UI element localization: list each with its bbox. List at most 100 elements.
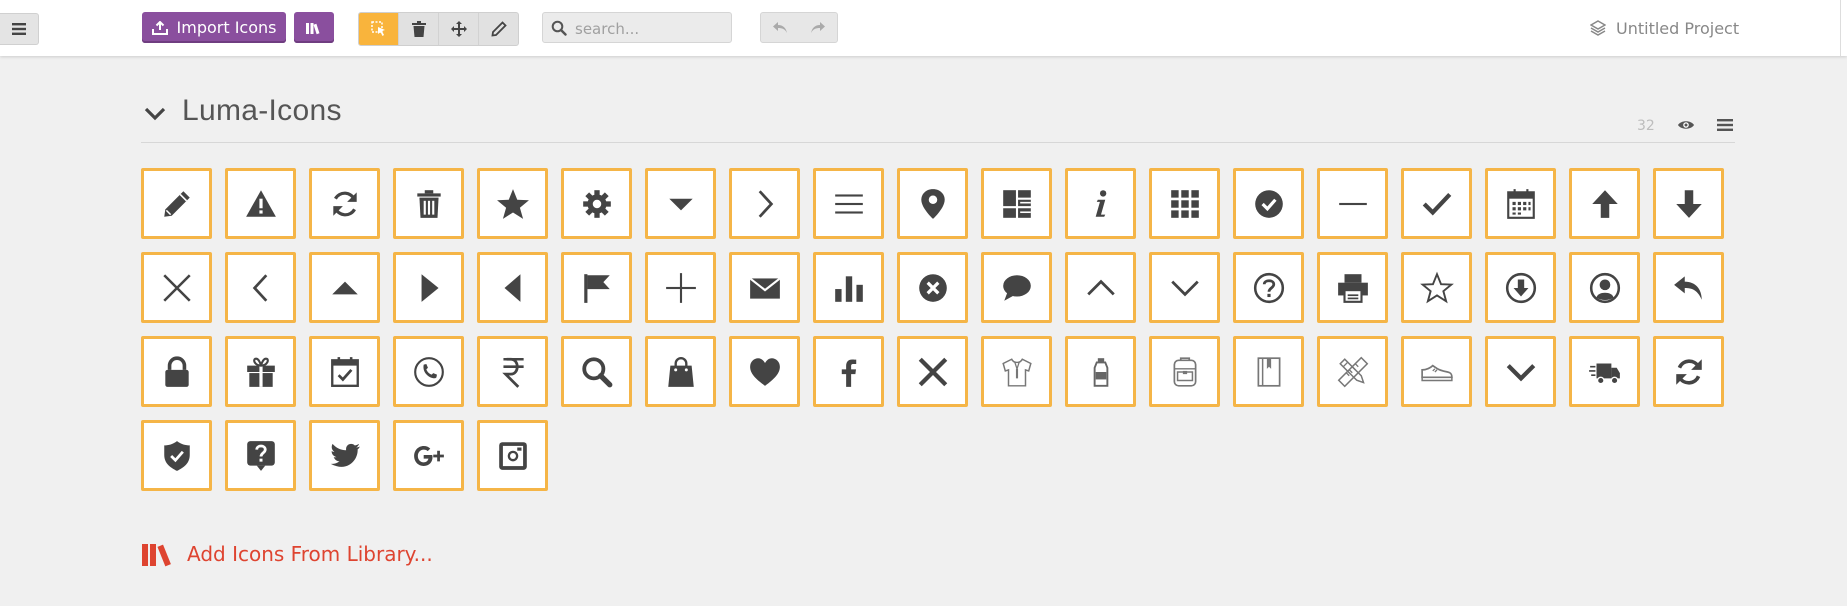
icon-tile[interactable] [393,420,464,491]
icon-tile[interactable] [1233,252,1304,323]
sync-icon [1675,358,1702,385]
icon-tile[interactable] [813,168,884,239]
icon-tile[interactable] [729,252,800,323]
icon-tile[interactable] [1485,336,1556,407]
icon-tile[interactable] [141,252,212,323]
eye-icon [1678,121,1694,129]
icon-tile[interactable] [1233,168,1304,239]
shield-check-icon [163,440,190,471]
icon-tile[interactable] [1569,168,1640,239]
move-tool-button[interactable] [439,13,479,45]
icon-tile[interactable] [309,420,380,491]
toggle-visibility-button[interactable] [1677,117,1695,136]
icon-tile[interactable] [981,336,1052,407]
icon-tile[interactable] [729,336,800,407]
icon-tile[interactable] [1569,336,1640,407]
icon-tile[interactable] [1485,252,1556,323]
icon-tile[interactable] [561,168,632,239]
add-icons-from-library-button[interactable]: Add Icons From Library... [141,538,433,570]
icon-tile[interactable] [1149,168,1220,239]
arrow-down-icon [1675,189,1702,218]
pencil-icon [490,21,507,37]
icon-tile[interactable] [477,336,548,407]
check-circle-icon [1254,189,1283,218]
icon-tile[interactable] [561,336,632,407]
icon-tile[interactable] [1401,168,1472,239]
icon-tile[interactable] [897,168,968,239]
icon-tile[interactable] [477,420,548,491]
icon-tile[interactable] [141,336,212,407]
icon-tile[interactable] [645,336,716,407]
icon-tile[interactable] [897,336,968,407]
icon-tile[interactable] [309,336,380,407]
icon-tile[interactable] [141,168,212,239]
main-menu-button[interactable] [0,13,39,45]
icon-tile[interactable] [309,252,380,323]
icon-tile[interactable] [225,252,296,323]
set-options-button[interactable] [1717,117,1733,136]
icon-tile[interactable] [1065,336,1136,407]
icon-tile[interactable] [1569,252,1640,323]
icon-tile[interactable] [393,336,464,407]
menu-icon [834,193,863,214]
question-bubble-icon [246,440,275,471]
library-icon [142,544,171,567]
icon-tile[interactable] [477,252,548,323]
icon-tile[interactable] [225,336,296,407]
icon-tile[interactable] [897,252,968,323]
icon-tile[interactable] [1233,336,1304,407]
delete-tool-button[interactable] [399,13,439,45]
icon-tile[interactable] [1065,252,1136,323]
apps-grid-icon [1170,189,1199,218]
icon-tile[interactable] [1149,252,1220,323]
collapse-set-button[interactable] [141,100,169,128]
icon-tile[interactable] [225,420,296,491]
select-tool-button[interactable] [359,13,399,45]
twitter-icon [330,443,360,467]
close-bold-icon [918,357,947,386]
icon-tile[interactable] [1065,168,1136,239]
project-title: Untitled Project [1616,18,1740,38]
icon-tile[interactable] [1317,168,1388,239]
icon-tile[interactable] [1401,252,1472,323]
icon-tile[interactable] [645,252,716,323]
icon-tile[interactable] [1317,336,1388,407]
sneaker-icon [1420,364,1453,381]
icon-tile[interactable] [225,168,296,239]
search-input[interactable] [573,13,727,44]
icon-tile[interactable] [729,168,800,239]
icon-tile[interactable] [393,252,464,323]
refresh-icon [332,191,357,216]
redo-button[interactable] [799,13,837,42]
map-pin-icon [920,188,945,219]
chevron-right-icon [758,189,773,218]
redo-icon [811,21,825,33]
import-icons-label: Import Icons [176,18,277,37]
icon-tile[interactable] [141,420,212,491]
undo-button[interactable] [761,13,799,42]
icon-tile[interactable] [813,336,884,407]
side-panel-edge[interactable] [1840,0,1847,56]
icon-tile[interactable] [1149,336,1220,407]
icon-set-title[interactable]: Luma-Icons [182,94,342,128]
icon-tile[interactable] [477,168,548,239]
library-button[interactable] [294,12,334,43]
icon-tile[interactable] [1485,168,1556,239]
project-selector[interactable]: Untitled Project [1590,17,1739,39]
icon-tile[interactable] [309,168,380,239]
icon-tile[interactable] [981,168,1052,239]
facebook-icon [841,358,856,387]
icon-tile[interactable] [393,168,464,239]
icon-tile[interactable] [1401,336,1472,407]
icon-tile[interactable] [645,168,716,239]
icon-tile[interactable] [813,252,884,323]
edit-tool-button[interactable] [479,13,518,45]
icon-tile[interactable] [1653,168,1724,239]
icon-tile[interactable] [1317,252,1388,323]
import-icons-button[interactable]: Import Icons [142,12,286,43]
icon-tile[interactable] [1653,336,1724,407]
icon-tile[interactable] [1653,252,1724,323]
chat-bubble-icon [1002,274,1031,301]
icon-tile[interactable] [981,252,1052,323]
icon-tile[interactable] [561,252,632,323]
